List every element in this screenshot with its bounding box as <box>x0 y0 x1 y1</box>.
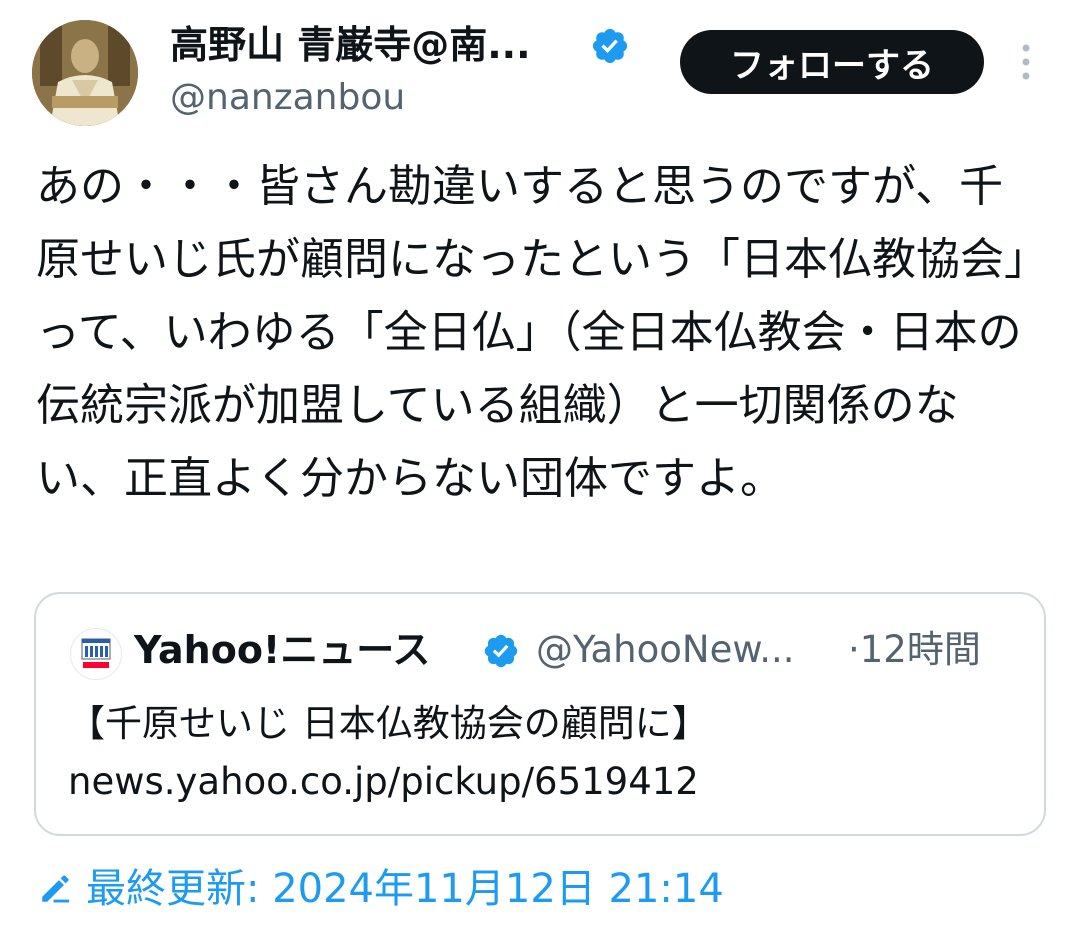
quoted-post-name: Yahoo!ニュース <box>134 628 431 672</box>
author-avatar[interactable] <box>32 20 138 126</box>
quoted-post-card[interactable]: Yahoo!ニュース @YahooNew... ·12時間 【千原せいじ 日本仏… <box>34 592 1046 836</box>
quoted-post-handle: @YahooNew... <box>536 628 795 671</box>
quoted-post-avatar <box>70 628 122 680</box>
author-handle[interactable]: @nanzanbou <box>170 74 405 122</box>
follow-button[interactable]: フォローする <box>680 30 984 94</box>
verified-badge-icon <box>592 28 628 64</box>
more-dots-icon[interactable] <box>1012 42 1040 82</box>
quoted-post-title: 【千原せいじ 日本仏教協会の顧問に】 <box>68 702 709 745</box>
quoted-post-time: ·12時間 <box>848 628 981 671</box>
tweet-text: あの・・・皆さん勘違いすると思うのですが、千原せいじ氏が顧問になったという「日本… <box>36 161 1026 504</box>
avatar-image <box>32 20 138 126</box>
author-display-name[interactable]: 高野山 青巌寺@南... <box>170 20 531 70</box>
last-edited-label[interactable]: 最終更新: 2024年11月12日 21:14 <box>86 862 724 916</box>
yahoo-news-logo-icon <box>71 629 121 679</box>
pencil-edit-icon <box>42 875 70 903</box>
verified-badge-icon <box>484 634 518 668</box>
quoted-post-link[interactable]: news.yahoo.co.jp/pickup/6519412 <box>68 756 699 808</box>
